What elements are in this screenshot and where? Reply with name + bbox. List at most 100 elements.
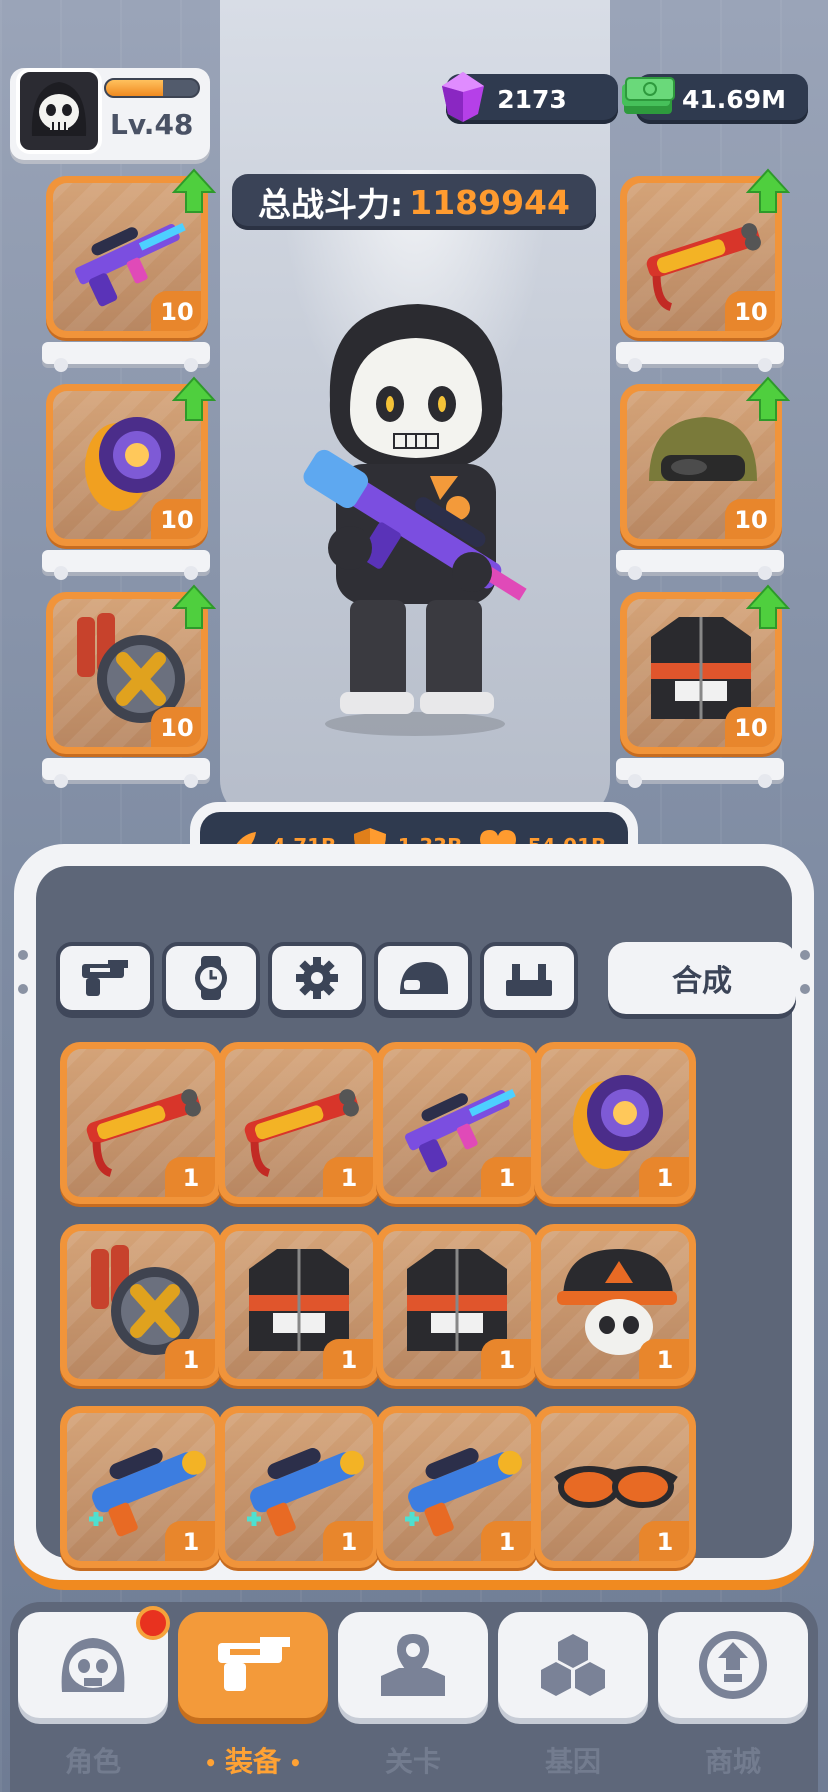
inventory-slot[interactable]: 1 bbox=[376, 1406, 538, 1568]
upgrade-arrow-icon bbox=[746, 376, 790, 421]
item-level-badge: 10 bbox=[151, 707, 201, 747]
item-count-badge: 1 bbox=[323, 1157, 373, 1197]
inventory-slot[interactable]: 1 bbox=[218, 1406, 380, 1568]
inventory-slot-inner: 1 bbox=[67, 1049, 215, 1197]
player-card[interactable]: Lv.48 bbox=[10, 68, 210, 160]
upgrade-arrow-icon bbox=[746, 584, 790, 629]
rivet bbox=[18, 950, 28, 960]
character-icon bbox=[61, 1638, 125, 1692]
inventory-slot-inner: 1 bbox=[225, 1049, 373, 1197]
rivet bbox=[18, 984, 28, 994]
inventory-slot-inner: 1 bbox=[541, 1231, 689, 1379]
upgrade-arrow-icon bbox=[172, 584, 216, 629]
hero-character[interactable] bbox=[290, 300, 540, 740]
merge-button[interactable]: 合成 bbox=[608, 942, 796, 1014]
weapon-icon bbox=[82, 960, 128, 996]
nav-equipment[interactable] bbox=[178, 1612, 328, 1718]
item-count-badge: 1 bbox=[323, 1521, 373, 1561]
inventory-slot[interactable]: 1 bbox=[60, 1406, 222, 1568]
shelf bbox=[616, 550, 784, 580]
inventory-slot-inner: 1 bbox=[383, 1049, 531, 1197]
avatar[interactable] bbox=[16, 68, 102, 154]
filter-tab-helmet[interactable] bbox=[374, 942, 472, 1014]
equipment-icon bbox=[218, 1637, 290, 1691]
inventory-panel: 合成 1 1 1 1 1 1 1 1 1 1 1 1 bbox=[14, 844, 814, 1590]
item-level-badge: 10 bbox=[151, 499, 201, 539]
bottom-nav: 角色 装备 关卡 基因 商城 bbox=[10, 1602, 818, 1792]
filter-tab-weapon[interactable] bbox=[56, 942, 154, 1014]
item-count-badge: 1 bbox=[481, 1339, 531, 1379]
rivet bbox=[800, 950, 810, 960]
item-level-badge: 10 bbox=[725, 499, 775, 539]
armor-icon bbox=[506, 964, 552, 996]
item-count-badge: 1 bbox=[165, 1339, 215, 1379]
total-power-value: 1189944 bbox=[409, 182, 570, 222]
inventory-slot[interactable]: 1 bbox=[218, 1224, 380, 1386]
inventory-body: 合成 1 1 1 1 1 1 1 1 1 1 1 1 bbox=[18, 866, 810, 1568]
nav-shop[interactable] bbox=[658, 1612, 808, 1718]
notification-dot bbox=[136, 1606, 170, 1640]
item-count-badge: 1 bbox=[481, 1521, 531, 1561]
shelf bbox=[42, 550, 210, 580]
gene-icon bbox=[541, 1634, 605, 1696]
nav-label-stages: 关卡 bbox=[384, 1745, 441, 1778]
item-level-badge: 10 bbox=[725, 707, 775, 747]
item-level-badge: 10 bbox=[151, 291, 201, 331]
nav-label-character: 角色 bbox=[64, 1745, 121, 1778]
inventory-slot-inner: 1 bbox=[383, 1231, 531, 1379]
inventory-slot-inner: 1 bbox=[383, 1413, 531, 1561]
item-count-badge: 1 bbox=[165, 1521, 215, 1561]
nav-label-shop: 商城 bbox=[704, 1745, 761, 1778]
upgrade-arrow-icon bbox=[172, 376, 216, 421]
inventory-slot[interactable]: 1 bbox=[218, 1042, 380, 1204]
gear-icon bbox=[296, 957, 338, 999]
inventory-slot[interactable]: 1 bbox=[376, 1042, 538, 1204]
inventory-slot-inner: 1 bbox=[541, 1413, 689, 1561]
gem-icon bbox=[442, 72, 484, 122]
item-count-badge: 1 bbox=[639, 1157, 689, 1197]
skull-hood-icon bbox=[31, 82, 87, 136]
xp-bar-fill bbox=[106, 80, 164, 96]
inventory-slot-inner: 1 bbox=[225, 1231, 373, 1379]
inventory-slot-inner: 1 bbox=[67, 1231, 215, 1379]
inventory-slot[interactable]: 1 bbox=[60, 1224, 222, 1386]
shop-icon bbox=[699, 1631, 767, 1699]
map-pin-icon bbox=[381, 1634, 445, 1696]
filter-tab-gear[interactable] bbox=[268, 942, 366, 1014]
shelf bbox=[616, 758, 784, 788]
inventory-slot-inner: 1 bbox=[67, 1413, 215, 1561]
shelf bbox=[42, 342, 210, 372]
gem-count: 2173 bbox=[497, 84, 567, 114]
total-power: 总战斗力: 1189944 bbox=[232, 174, 596, 230]
rivet bbox=[800, 984, 810, 994]
upgrade-arrow-icon bbox=[172, 168, 216, 213]
nav-label-equipment: 装备 bbox=[178, 1740, 328, 1780]
xp-bar bbox=[104, 78, 200, 98]
player-level: Lv.48 bbox=[110, 108, 194, 141]
inventory-slot[interactable]: 1 bbox=[60, 1042, 222, 1204]
filter-tab-armor[interactable] bbox=[480, 942, 578, 1014]
item-count-badge: 1 bbox=[639, 1339, 689, 1379]
cash-icon bbox=[622, 77, 675, 114]
item-count-badge: 1 bbox=[639, 1521, 689, 1561]
helmet-icon bbox=[400, 962, 448, 994]
item-count-badge: 1 bbox=[323, 1339, 373, 1379]
nav-genes[interactable] bbox=[498, 1612, 648, 1718]
watch-icon bbox=[195, 956, 227, 1000]
total-power-label: 总战斗力: bbox=[258, 185, 404, 224]
item-level-badge: 10 bbox=[725, 291, 775, 331]
inventory-slot-inner: 1 bbox=[225, 1413, 373, 1561]
nav-stages[interactable] bbox=[338, 1612, 488, 1718]
shelf bbox=[616, 342, 784, 372]
cash-amount: 41.69M bbox=[682, 84, 786, 114]
nav-label-genes: 基因 bbox=[544, 1745, 601, 1778]
upgrade-arrow-icon bbox=[746, 168, 790, 213]
inventory-slot[interactable]: 1 bbox=[376, 1224, 538, 1386]
inventory-slot-inner: 1 bbox=[541, 1049, 689, 1197]
inventory-slot[interactable]: 1 bbox=[534, 1224, 696, 1386]
inventory-slot[interactable]: 1 bbox=[534, 1042, 696, 1204]
item-count-badge: 1 bbox=[481, 1157, 531, 1197]
shelf bbox=[42, 758, 210, 788]
inventory-slot[interactable]: 1 bbox=[534, 1406, 696, 1568]
filter-tab-watch[interactable] bbox=[162, 942, 260, 1014]
